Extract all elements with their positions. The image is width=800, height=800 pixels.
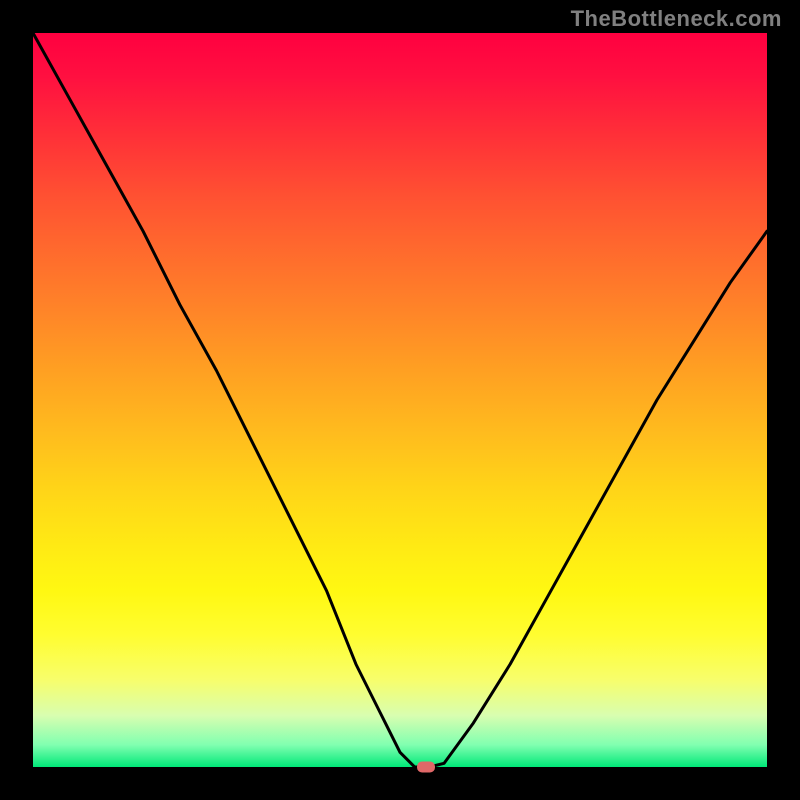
optimal-point-marker [417,762,435,773]
plot-area [33,33,767,767]
watermark-text: TheBottleneck.com [571,6,782,32]
bottleneck-curve [33,33,767,767]
